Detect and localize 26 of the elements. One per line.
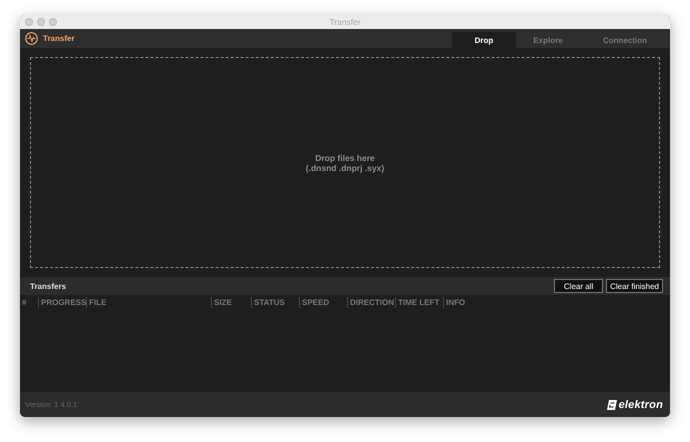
column-header[interactable]: SIZE xyxy=(211,297,251,308)
window-title: Transfer xyxy=(329,17,361,27)
column-header[interactable]: PROGRESS xyxy=(38,297,86,308)
column-header[interactable]: FILE xyxy=(86,297,211,308)
app-name: Transfer xyxy=(43,34,75,43)
clear-all-button[interactable]: Clear all xyxy=(554,279,604,293)
drop-zone[interactable]: Drop files here (.dnsnd .dnprj .syx) xyxy=(30,57,660,268)
brand-logo: elektron xyxy=(606,398,663,410)
waveform-icon xyxy=(25,32,38,45)
clear-finished-button[interactable]: Clear finished xyxy=(606,279,663,293)
file-types: (.dnsnd .dnprj .syx) xyxy=(306,162,384,172)
zoom-button[interactable] xyxy=(49,18,57,26)
logo-icon xyxy=(606,400,617,410)
column-header[interactable]: # xyxy=(20,297,38,308)
column-header[interactable]: DIRECTION xyxy=(347,297,395,308)
column-header[interactable]: TIME LEFT xyxy=(395,297,443,308)
tab[interactable]: Connection xyxy=(580,32,670,48)
drop-hint: Drop files here xyxy=(315,152,375,162)
column-header[interactable]: SPEED xyxy=(299,297,347,308)
column-header[interactable]: INFO xyxy=(443,297,503,308)
section-title: Transfers xyxy=(30,282,68,290)
minimize-button[interactable] xyxy=(37,18,45,26)
tab[interactable]: Explore xyxy=(516,32,580,48)
column-header[interactable]: STATUS xyxy=(251,297,299,308)
close-button[interactable] xyxy=(25,18,33,26)
tab[interactable]: Drop xyxy=(452,32,516,48)
